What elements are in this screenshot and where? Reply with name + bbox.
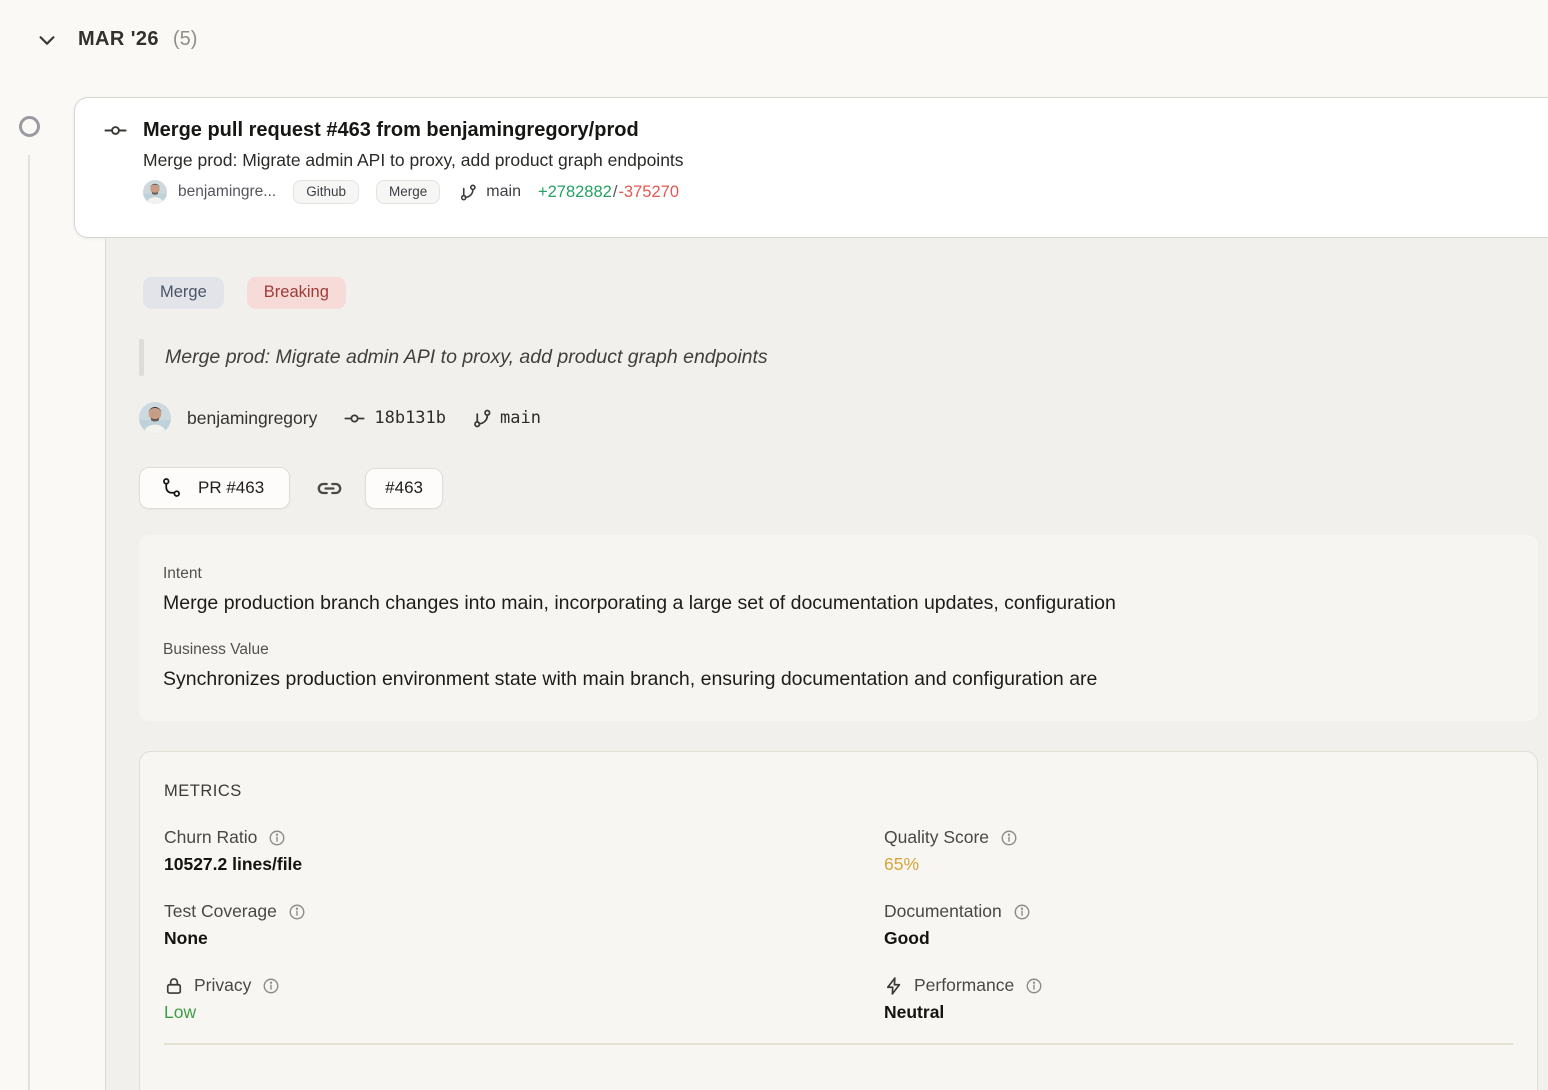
commit-meta-row: benjamingre... Github Merge main +278288…: [143, 180, 1548, 204]
commit-icon: [344, 408, 365, 429]
info-icon[interactable]: [1025, 977, 1043, 995]
commit-subtitle: Merge prod: Migrate admin API to proxy, …: [143, 150, 1548, 171]
metric-documentation: Documentation Good: [884, 901, 1513, 949]
intent-text: Merge production branch changes into mai…: [163, 592, 1514, 615]
info-icon[interactable]: [268, 829, 286, 847]
reference-buttons-row: PR #463 #463: [139, 467, 1538, 509]
author-row: benjamingregory 18b131b main: [139, 402, 1538, 434]
pr-link-button[interactable]: PR #463: [139, 467, 290, 509]
bolt-icon: [884, 976, 904, 996]
pull-request-icon: [161, 477, 182, 498]
metric-value: 10527.2 lines/file: [164, 854, 884, 875]
source-badge: Github: [293, 180, 359, 204]
branch-name: main: [486, 183, 521, 201]
branch-icon: [459, 183, 478, 202]
metrics-divider: [164, 1043, 1513, 1045]
branch-name: main: [500, 408, 541, 428]
metric-quality-score: Quality Score 65%: [884, 827, 1513, 875]
commit-hash[interactable]: 18b131b: [374, 408, 446, 428]
month-count: (5): [173, 28, 197, 51]
author-name-truncated[interactable]: benjamingre...: [178, 183, 276, 201]
detail-badges-row: Merge Breaking: [143, 277, 1538, 309]
metric-test-coverage: Test Coverage None: [164, 901, 884, 949]
timeline-node: [19, 116, 40, 137]
metric-performance: Performance Neutral: [884, 975, 1513, 1023]
commit-title: Merge pull request #463 from benjamingre…: [143, 119, 639, 142]
lock-icon: [164, 976, 184, 996]
commit-card[interactable]: Merge pull request #463 from benjamingre…: [74, 97, 1548, 238]
info-icon[interactable]: [1000, 829, 1018, 847]
month-group-header[interactable]: MAR '26 (5): [36, 28, 197, 51]
commit-message-quote: Merge prod: Migrate admin API to proxy, …: [139, 339, 1538, 376]
business-value-label: Business Value: [163, 641, 1514, 659]
branch-icon: [472, 408, 493, 429]
metric-churn-ratio: Churn Ratio 10527.2 lines/file: [164, 827, 884, 875]
author-name[interactable]: benjamingregory: [187, 408, 317, 429]
metrics-section: METRICS Churn Ratio 10527.2 lines/file Q…: [139, 751, 1538, 1090]
quote-text: Merge prod: Migrate admin API to proxy, …: [165, 339, 768, 376]
metric-value: Neutral: [884, 1002, 1513, 1023]
business-value-text: Synchronizes production environment stat…: [163, 668, 1514, 691]
metric-privacy: Privacy Low: [164, 975, 884, 1023]
link-icon: [316, 475, 343, 502]
diff-stats: +2782882 / -375270: [538, 183, 679, 202]
additions-count: +2782882: [538, 183, 612, 202]
quote-bar: [139, 339, 144, 376]
chevron-down-icon[interactable]: [36, 29, 58, 51]
metric-value: None: [164, 928, 884, 949]
issue-ref-button[interactable]: #463: [365, 468, 443, 509]
month-label: MAR '26: [78, 28, 159, 51]
metric-value: 65%: [884, 854, 1513, 875]
avatar: [143, 180, 167, 204]
intent-label: Intent: [163, 565, 1514, 583]
info-icon[interactable]: [1013, 903, 1031, 921]
deletions-count: -375270: [618, 183, 679, 202]
metric-value: Good: [884, 928, 1513, 949]
intent-section: Intent Merge production branch changes i…: [139, 535, 1538, 721]
timeline-line: [28, 155, 30, 1090]
breaking-badge: Breaking: [247, 277, 346, 309]
commit-detail-panel: Merge Breaking Merge prod: Migrate admin…: [105, 238, 1548, 1090]
type-badge: Merge: [376, 180, 440, 204]
pr-button-label: PR #463: [198, 478, 264, 498]
commit-icon: [104, 119, 127, 142]
metric-value: Low: [164, 1002, 884, 1023]
info-icon[interactable]: [262, 977, 280, 995]
avatar: [139, 402, 171, 434]
info-icon[interactable]: [288, 903, 306, 921]
issue-ref-label: #463: [385, 478, 423, 498]
metrics-title: METRICS: [164, 782, 1513, 801]
merge-badge: Merge: [143, 277, 224, 309]
